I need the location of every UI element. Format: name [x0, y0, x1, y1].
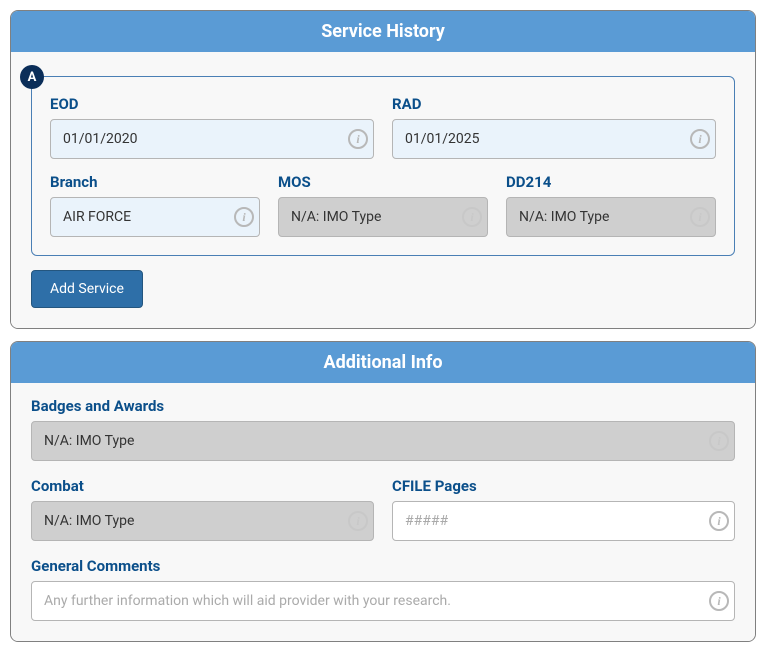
info-icon[interactable]: i [709, 431, 729, 451]
additional-info-title: Additional Info [11, 342, 755, 383]
cfile-pages-label: CFILE Pages [392, 477, 735, 495]
info-icon[interactable]: i [709, 591, 729, 611]
combat-input: N/A: IMO Type [31, 501, 374, 541]
badges-awards-field: Badges and Awards N/A: IMO Type i [31, 397, 735, 461]
row-eod-rad: EOD i RAD i [50, 95, 716, 159]
badges-awards-input-wrap: N/A: IMO Type i [31, 421, 735, 461]
combat-label: Combat [31, 477, 374, 495]
info-icon[interactable]: i [348, 511, 368, 531]
info-icon[interactable]: i [234, 207, 254, 227]
branch-label: Branch [50, 173, 260, 191]
service-history-title: Service History [11, 11, 755, 52]
badges-awards-label: Badges and Awards [31, 397, 735, 415]
general-comments-input-wrap: i [31, 581, 735, 621]
info-icon[interactable]: i [709, 511, 729, 531]
cfile-pages-input-wrap: i [392, 501, 735, 541]
cfile-pages-field: CFILE Pages i [392, 477, 735, 541]
combat-field: Combat N/A: IMO Type i [31, 477, 374, 541]
general-comments-field: General Comments i [31, 557, 735, 621]
general-comments-label: General Comments [31, 557, 735, 575]
dd214-input-wrap: N/A: IMO Type i [506, 197, 716, 237]
badges-awards-input: N/A: IMO Type [31, 421, 735, 461]
mos-label: MOS [278, 173, 488, 191]
info-icon[interactable]: i [690, 207, 710, 227]
eod-label: EOD [50, 95, 374, 113]
additional-info-panel: Additional Info Badges and Awards N/A: I… [10, 341, 756, 642]
info-icon[interactable]: i [690, 129, 710, 149]
rad-input-wrap: i [392, 119, 716, 159]
branch-input-wrap: i [50, 197, 260, 237]
general-comments-input[interactable] [31, 581, 735, 621]
service-history-body: A EOD i RAD i [11, 52, 755, 328]
service-badge-a: A [20, 65, 44, 89]
eod-input-wrap: i [50, 119, 374, 159]
info-icon[interactable]: i [348, 129, 368, 149]
mos-field: MOS N/A: IMO Type i [278, 173, 488, 237]
info-icon[interactable]: i [462, 207, 482, 227]
combat-input-wrap: N/A: IMO Type i [31, 501, 374, 541]
service-history-panel: Service History A EOD i RAD i [10, 10, 756, 329]
rad-label: RAD [392, 95, 716, 113]
eod-input[interactable] [50, 119, 374, 159]
branch-field: Branch i [50, 173, 260, 237]
rad-input[interactable] [392, 119, 716, 159]
eod-field: EOD i [50, 95, 374, 159]
dd214-input: N/A: IMO Type [506, 197, 716, 237]
additional-info-body: Badges and Awards N/A: IMO Type i Combat… [11, 383, 755, 641]
mos-input: N/A: IMO Type [278, 197, 488, 237]
dd214-label: DD214 [506, 173, 716, 191]
service-record-box: A EOD i RAD i [31, 76, 735, 256]
cfile-pages-input[interactable] [392, 501, 735, 541]
branch-input[interactable] [50, 197, 260, 237]
dd214-field: DD214 N/A: IMO Type i [506, 173, 716, 237]
row-branch-mos-dd214: Branch i MOS N/A: IMO Type i DD214 [50, 173, 716, 237]
add-service-button[interactable]: Add Service [31, 270, 143, 308]
rad-field: RAD i [392, 95, 716, 159]
row-combat-cfile: Combat N/A: IMO Type i CFILE Pages i [31, 477, 735, 541]
mos-input-wrap: N/A: IMO Type i [278, 197, 488, 237]
